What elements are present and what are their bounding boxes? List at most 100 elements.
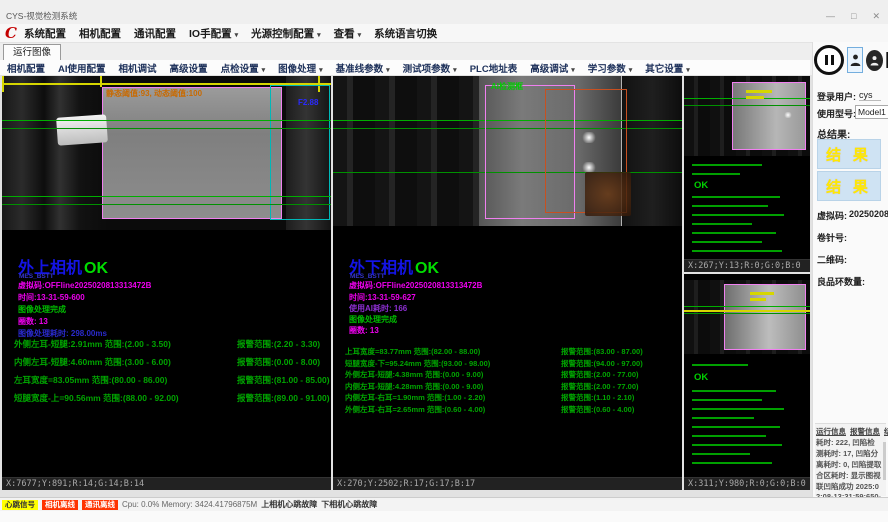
result-box-text: 结 果 (826, 144, 872, 165)
titlebar: CYS-视觉检测系统 — □ ✕ (0, 0, 888, 25)
menu-item-light-control-config[interactable]: 光源控制配置 (251, 26, 321, 41)
tool-advanced-debug[interactable]: 高级调试 (530, 61, 575, 75)
menubar: C 系统配置 相机配置 通讯配置 IO手配置 光源控制配置 查看 系统语言切换 (0, 24, 888, 43)
pause-button[interactable] (814, 45, 844, 75)
time-line: 时间:13-31-59-600 (18, 292, 85, 303)
camera-image-live[interactable]: 静态阈值:93, 动态阈值:100 F2.88 (2, 76, 331, 230)
pixel-coords-readout: X:311;Y:980;R:0;G:0;B:0 (684, 477, 810, 490)
virtual-code-value: 20250208 (849, 209, 888, 219)
model-value-field[interactable]: Model1 (855, 105, 888, 119)
camera-image-thumb[interactable] (684, 76, 810, 156)
measurement-value: 内侧左耳-短腿:4.60mm 范围:(3.00 - 6.00) (14, 356, 171, 368)
good-ring-count-label: 良品环数量: (817, 275, 865, 288)
measurement-value: 外侧左耳-右耳=2.65mm 范围:(0.60 - 4.00) (345, 404, 485, 415)
fault-upper-camera: 上相机心跳故障 (261, 499, 317, 510)
measurement-value: 外侧左耳-短腿:2.91mm 范围:(2.00 - 3.50) (14, 338, 171, 350)
measurement-alarm: 报警范围:(94.00 - 97.00) (561, 358, 643, 369)
measurement-value: 短腿宽度-下=95.24mm 范围:(93.00 - 98.00) (345, 358, 490, 369)
pixel-coords-readout: X:270;Y:2502;R:17;G:17;B:17 (333, 477, 682, 490)
tool-advanced-settings[interactable]: 高级设置 (170, 61, 208, 75)
tool-test-item-params[interactable]: 测试项参数 (403, 61, 457, 75)
result-text-line (692, 223, 752, 225)
focus-value-label: F2.88 (298, 98, 318, 107)
camera-image-live[interactable]: AI检测框 (333, 76, 682, 226)
result-box-upper: 结 果 (817, 139, 881, 169)
person-icon (870, 55, 879, 66)
result-text-line (692, 214, 784, 216)
overlay-yellow-line (684, 310, 810, 312)
measurement-alarm: 报警范围:(2.00 - 77.00) (561, 369, 639, 380)
process-done-line: 图像处理完成 (349, 314, 397, 325)
sidebar-icon-row (814, 45, 888, 75)
baseline-green (684, 306, 810, 307)
close-button[interactable]: ✕ (872, 11, 880, 22)
reflection-spot (581, 132, 597, 143)
result-text-line (692, 444, 782, 446)
overlay-yellow-tick (100, 76, 102, 87)
tool-ai-use-config[interactable]: AI使用配置 (58, 61, 106, 75)
baseline-green (2, 204, 331, 205)
overlay-yellow-tick (2, 76, 4, 92)
result-ok-badge: OK (694, 180, 708, 191)
comm-status-badge: 通讯离线 (82, 500, 118, 510)
tool-plc-address-table[interactable]: PLC地址表 (470, 61, 518, 75)
camera-panel-inner-upper: OK X:267;Y:13;R:0;G:0;B:0 (684, 76, 810, 272)
info-tab-alarm[interactable]: 报警信息 (850, 426, 880, 437)
menu-item-camera-config[interactable]: 相机配置 (79, 26, 121, 41)
login-user-button[interactable] (847, 47, 863, 73)
menu-item-view[interactable]: 查看 (334, 26, 362, 41)
machine-detail (585, 172, 631, 216)
result-text-line (692, 241, 762, 243)
overlay-label-mark (750, 298, 766, 301)
menu-item-io-hand-config[interactable]: IO手配置 (189, 26, 238, 41)
tool-image-processing[interactable]: 图像处理 (278, 61, 323, 75)
control-sidebar: 登录用户: cys 使用型号: Model1 总结果: 结 果 结 果 虚拟码:… (812, 42, 888, 497)
baseline-green (2, 128, 331, 129)
measurement-alarm: 报警范围:(89.00 - 91.00) (237, 392, 330, 404)
threshold-label: 静态阈值:93, 动态阈值:100 (106, 88, 202, 99)
user-account-button[interactable] (866, 50, 883, 71)
overlay-label-mark (746, 90, 772, 93)
ai-box-label: AI检测框 (491, 81, 523, 92)
needle-number-label: 卷针号: (817, 231, 847, 244)
tab-bar: 运行图像 (0, 43, 810, 61)
cpu-memory-readout: Cpu: 0.0% Memory: 3424.41796875M (122, 500, 257, 509)
toolbar: 相机配置 AI使用配置 相机调试 高级设置 点检设置 图像处理 基准线参数 测试… (0, 60, 810, 75)
measurement-alarm: 报警范围:(0.00 - 8.00) (237, 356, 320, 368)
info-tab-run[interactable]: 运行信息 (816, 426, 846, 437)
result-ok-badge: OK (415, 260, 439, 277)
tool-camera-debug[interactable]: 相机调试 (119, 61, 157, 75)
camera-image-thumb[interactable] (684, 280, 810, 354)
tool-other-settings[interactable]: 其它设置 (645, 61, 690, 75)
menu-item-system-config[interactable]: 系统配置 (24, 26, 66, 41)
process-done-line: 图像处理完成 (18, 304, 66, 315)
result-text-line (692, 435, 766, 437)
menu-item-language-switch[interactable]: 系统语言切换 (374, 26, 437, 41)
result-text-line (692, 462, 772, 464)
measurement-value: 内侧左耳-短腿:4.28mm 范围:(0.00 - 9.00) (345, 381, 483, 392)
log-scrollbar[interactable] (883, 442, 886, 480)
measurement-value: 左耳宽度=83.05mm 范围:(80.00 - 86.00) (14, 374, 167, 386)
result-text-line (692, 205, 768, 207)
minimize-button[interactable]: — (826, 11, 835, 22)
tool-baseline-params[interactable]: 基准线参数 (336, 61, 390, 75)
result-text-line (692, 173, 740, 175)
result-text-line (692, 390, 776, 392)
info-tabs: 运行信息 报警信息 结果信息 (815, 424, 886, 437)
baseline-green (2, 196, 331, 197)
app-window: CYS-视觉检测系统 — □ ✕ C 系统配置 相机配置 通讯配置 IO手配置 … (0, 0, 888, 522)
ai-time-line: 使用AI耗时: 166 (349, 303, 407, 314)
tool-spot-check-settings[interactable]: 点检设置 (221, 61, 266, 75)
measurement-alarm: 报警范围:(2.20 - 3.30) (237, 338, 320, 350)
mes-label: MES_BSTT (350, 273, 385, 280)
tool-camera-config[interactable]: 相机配置 (7, 61, 45, 75)
info-tab-result[interactable]: 结果信息 (884, 426, 888, 437)
result-text-line (692, 408, 784, 410)
menu-item-comm-config[interactable]: 通讯配置 (134, 26, 176, 41)
tool-learning-params[interactable]: 学习参数 (588, 61, 633, 75)
tab-run-image[interactable]: 运行图像 (3, 44, 61, 60)
ring-count-line: 圈数: 13 (18, 316, 48, 327)
login-user-label: 登录用户: (817, 90, 856, 103)
baseline-green (684, 105, 810, 106)
maximize-button[interactable]: □ (851, 11, 856, 22)
